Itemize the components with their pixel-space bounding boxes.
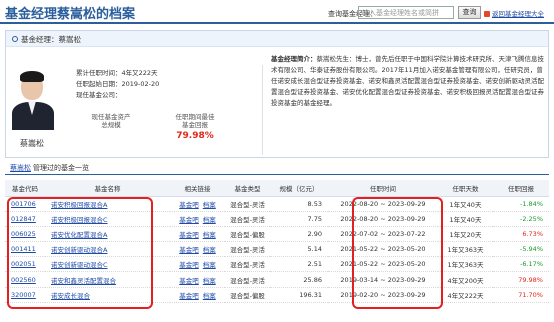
fund-size: 25.86 <box>270 271 328 288</box>
fund-bar-link[interactable]: 基金吧 <box>179 246 199 254</box>
fund-return: 71.70% <box>493 287 549 303</box>
fund-links: 基金吧 档案 <box>170 271 225 288</box>
start-date-text: 任职起始日期：2019-02-20 <box>76 80 160 88</box>
fund-type: 混合型-灵活 <box>225 271 270 288</box>
fund-size: 8.53 <box>270 196 328 212</box>
col-header-period: 任职时间 <box>328 180 438 197</box>
fund-size: 5.14 <box>270 241 328 258</box>
manager-name: 蔡嵩松 <box>20 139 44 148</box>
manager-avatar <box>10 68 56 130</box>
fund-links: 基金吧 档案 <box>170 256 225 273</box>
fund-days: 1年又40天 <box>438 196 493 212</box>
fund-size: 2.90 <box>270 226 328 243</box>
fund-archive-link[interactable]: 档案 <box>203 246 216 254</box>
fund-return: -2.25% <box>493 211 549 227</box>
company-text: 现任基金公司： <box>76 91 122 99</box>
manager-bio: 基金经理简介：蔡嵩松先生：博士，曾先后任职于中国科学院计算技术研究所、天津飞腾信… <box>271 54 546 109</box>
fund-return: 79.98% <box>493 271 549 288</box>
page-title: 基金经理蔡嵩松的档案 <box>5 7 136 22</box>
fund-size: 2.51 <box>270 256 328 273</box>
col-header-type: 基金类型 <box>225 180 270 197</box>
fund-bar-link[interactable]: 基金吧 <box>179 216 199 224</box>
best-return-value: 79.98% <box>176 131 214 141</box>
manager-box-header: 基金经理：蔡嵩松 <box>6 31 548 47</box>
fund-size: 7.75 <box>270 211 328 227</box>
fund-archive-link[interactable]: 档案 <box>203 292 216 300</box>
search-button[interactable]: 查询 <box>458 6 481 19</box>
highlight-box-funds <box>7 197 153 309</box>
highlight-box-period <box>352 197 443 309</box>
fund-days: 4年又200天 <box>438 271 493 288</box>
col-header-days: 任职天数 <box>438 180 493 197</box>
history-header: 蔡嵩松 管理过的基金一览 <box>5 163 549 175</box>
fund-size: 196.31 <box>270 287 328 303</box>
fund-type: 混合型-灵活 <box>225 211 270 227</box>
col-header-name: 基金名称 <box>45 180 170 197</box>
fund-bar-link[interactable]: 基金吧 <box>179 292 199 300</box>
col-header-links: 相关链接 <box>170 180 225 197</box>
history-manager-link[interactable]: 蔡嵩松 <box>10 163 31 173</box>
table-header-row: 基金代码 基金名称 相关链接 基金类型 规模（亿元） 任职时间 任职天数 任职回… <box>5 180 549 197</box>
fund-return: 6.73% <box>493 226 549 243</box>
fund-type: 混合型-偏股 <box>225 287 270 303</box>
fund-archive-link[interactable]: 档案 <box>203 277 216 285</box>
best-return-label: 任职期间最佳 基金回报 <box>175 113 215 129</box>
tenure-text: 累计任职时间：4年又222天 <box>76 69 158 77</box>
fund-days: 1年又363天 <box>438 241 493 258</box>
bio-title: 基金经理简介： <box>271 55 317 63</box>
page-header: 基金经理蔡嵩松的档案 查询基金经理： 输入基金经理姓名或简拼 查询 返回基金经理… <box>0 0 554 24</box>
profile-divider <box>262 65 263 155</box>
fund-days: 1年又363天 <box>438 256 493 273</box>
fund-bar-link[interactable]: 基金吧 <box>179 231 199 239</box>
fund-type: 混合型-灵活 <box>225 256 270 273</box>
fund-days: 1年又40天 <box>438 211 493 227</box>
fund-type: 混合型-偏股 <box>225 226 270 243</box>
fund-bar-link[interactable]: 基金吧 <box>179 201 199 209</box>
fund-links: 基金吧 档案 <box>170 241 225 258</box>
fund-days: 1年又20天 <box>438 226 493 243</box>
fund-archive-link[interactable]: 档案 <box>203 216 216 224</box>
fund-bar-link[interactable]: 基金吧 <box>179 277 199 285</box>
return-link[interactable]: 返回基金经理大全 <box>484 8 544 18</box>
fund-links: 基金吧 档案 <box>170 211 225 227</box>
fund-links: 基金吧 档案 <box>170 226 225 243</box>
col-header-return: 任职回报 <box>493 180 549 197</box>
fund-bar-link[interactable]: 基金吧 <box>179 261 199 269</box>
history-title: 管理过的基金一览 <box>33 164 89 172</box>
fund-return: -1.84% <box>493 196 549 212</box>
return-icon <box>484 11 490 17</box>
fund-return: -5.94% <box>493 241 549 258</box>
fund-archive-link[interactable]: 档案 <box>203 201 216 209</box>
fund-type: 混合型-灵活 <box>225 241 270 258</box>
search-input[interactable]: 输入基金经理姓名或简拼 <box>358 6 454 19</box>
assets-label: 现任基金资产 总规模 <box>91 113 131 129</box>
return-link-label: 返回基金经理大全 <box>492 10 544 18</box>
fund-archive-link[interactable]: 档案 <box>203 231 216 239</box>
fund-return: -6.17% <box>493 256 549 273</box>
col-header-size: 规模（亿元） <box>270 180 328 197</box>
fund-archive-link[interactable]: 档案 <box>203 261 216 269</box>
col-header-code: 基金代码 <box>5 180 45 197</box>
fund-days: 4年又222天 <box>438 287 493 303</box>
section-bullet-icon <box>12 36 18 42</box>
avatar-hair <box>20 71 44 82</box>
manager-section-title: 基金经理：蔡嵩松 <box>21 35 81 44</box>
fund-type: 混合型-灵活 <box>225 196 270 212</box>
fund-links: 基金吧 档案 <box>170 196 225 212</box>
fund-links: 基金吧 档案 <box>170 287 225 303</box>
